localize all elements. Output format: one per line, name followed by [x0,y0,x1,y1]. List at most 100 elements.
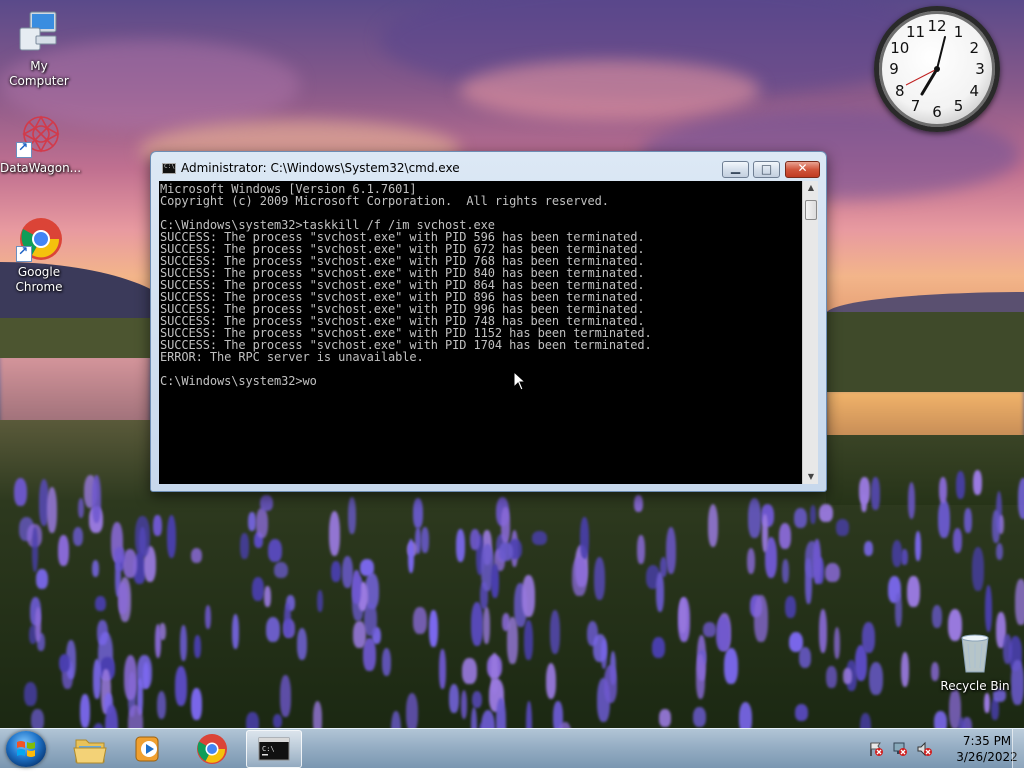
flower [746,548,756,574]
flower [952,528,963,553]
flower [501,506,510,543]
flower [972,470,982,496]
flower [255,507,268,539]
flower [860,713,871,728]
action-center-flag-icon[interactable] [868,741,884,757]
taskbar-explorer[interactable] [62,730,118,768]
flower [593,556,605,601]
show-desktop-button[interactable] [1012,729,1024,769]
flower [891,539,903,567]
flower [312,701,323,728]
maximize-icon: □ [760,162,773,176]
start-button[interactable] [6,731,46,767]
flower [118,582,128,614]
flower [937,499,950,539]
flower [984,584,993,633]
flower [93,659,102,699]
clock-gadget[interactable]: 12 1 2 3 4 5 6 7 8 9 10 11 [874,6,1000,132]
taskbar-media-player[interactable] [120,730,176,768]
volume-muted-icon[interactable] [916,741,932,757]
flower [939,477,948,503]
flower [655,571,664,613]
flower [754,595,768,642]
scroll-thumb[interactable] [805,200,817,220]
vertical-scrollbar[interactable]: ▲ ▼ [802,181,818,484]
flower [571,557,587,597]
maximize-button[interactable]: □ [753,161,780,178]
flower [522,575,535,617]
flower [482,606,490,644]
flower [871,477,880,510]
flower [429,610,438,648]
flower [264,585,272,607]
flower [637,534,645,565]
desktop-icon-label: My Computer [9,59,69,88]
flower [351,570,361,604]
flower [80,694,91,728]
flower [413,497,423,529]
flower [895,593,903,628]
flower [391,711,402,728]
flower [406,692,419,728]
minimize-icon: ▁ [730,160,741,174]
clock-hands [905,36,946,96]
shortcut-arrow-icon [16,244,32,262]
flower [94,596,106,612]
flower [972,547,985,592]
flower [805,558,812,604]
flower [23,681,37,707]
flower [194,635,202,659]
flower [175,666,188,707]
minimize-button[interactable]: ▁ [722,160,749,178]
taskbar-clock[interactable]: 7:35 PM 3/26/2022 [954,733,1020,765]
desktop-icon-recycle-bin[interactable]: Recycle Bin [936,630,1014,694]
flower [818,609,827,654]
flower [819,504,833,523]
flower [191,688,202,721]
flower [658,709,671,727]
flower [331,561,341,583]
flower [154,624,162,659]
flower [665,526,676,575]
taskbar-chrome[interactable] [184,730,240,768]
flower [252,576,264,601]
datawagon-icon [16,112,62,158]
flower [593,633,608,663]
flower [836,519,849,536]
flower [78,497,85,519]
network-icon[interactable] [892,741,908,757]
flower [58,654,71,673]
cmd-window[interactable]: Administrator: C:\Windows\System32\cmd.e… [150,151,827,492]
flower [348,496,356,535]
flower [58,535,69,567]
desktop-icon-google-chrome[interactable]: Google Chrome [0,216,78,295]
flower [491,564,499,598]
flower [72,526,84,546]
flower [1017,477,1024,520]
taskbar-cmd[interactable]: C:\ [246,730,302,768]
flower [550,609,561,655]
scroll-up-icon[interactable]: ▲ [803,181,819,195]
flower [907,482,916,519]
clock-time: 7:35 PM [962,734,1012,748]
flower [248,512,256,532]
flower [31,708,44,728]
scroll-down-icon[interactable]: ▼ [803,470,819,484]
recycle-bin-icon [952,630,998,676]
flower [813,539,821,585]
console-text: Microsoft Windows [Version 6.1.7601] Cop… [160,182,652,388]
desktop-icon-datawagon[interactable]: DataWagon... [0,112,81,176]
desktop-icon-my-computer[interactable]: My Computer [0,10,78,89]
flower [328,510,341,556]
flower [460,690,468,720]
flower [123,655,138,701]
flower [861,622,875,653]
flower [407,539,414,574]
close-button[interactable]: ✕ [785,161,820,178]
flower [696,654,706,700]
flower [471,690,482,709]
flower [496,698,507,728]
console-output[interactable]: Microsoft Windows [Version 6.1.7601] Cop… [159,181,810,484]
title-bar[interactable]: Administrator: C:\Windows\System32\cmd.e… [151,152,826,180]
flower [481,710,496,728]
